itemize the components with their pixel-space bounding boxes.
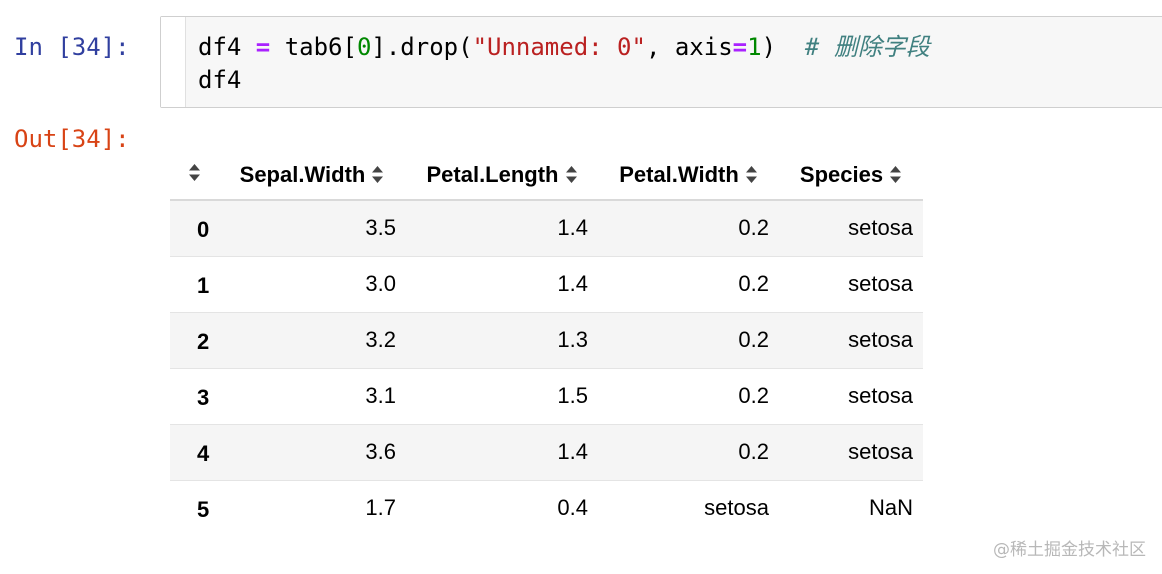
- sort-updown-icon[interactable]: [371, 165, 384, 184]
- code-token-comment: # 删除字段: [804, 33, 930, 61]
- table-cell: 0.2: [598, 200, 779, 257]
- table-row: 1 3.0 1.4 0.2 setosa: [170, 256, 923, 313]
- code-line-2: df4: [198, 66, 242, 94]
- table-cell: 1.4: [406, 424, 598, 481]
- table-header-row: Sepal.Width Petal.Length Petal.Width Spe…: [170, 150, 923, 201]
- column-header[interactable]: Petal.Length: [406, 150, 598, 201]
- table-cell: 0.2: [598, 368, 779, 425]
- table-row: 5 1.7 0.4 setosa NaN: [170, 480, 923, 536]
- table-cell: 1.3: [406, 312, 598, 369]
- code-token-expr: tab6[: [270, 33, 357, 61]
- column-header[interactable]: Species: [779, 150, 923, 201]
- table-cell: 3.5: [218, 200, 406, 257]
- table-row: 2 3.2 1.3 0.2 setosa: [170, 312, 923, 369]
- code-token-assign: =: [255, 33, 271, 61]
- column-header[interactable]: Sepal.Width: [218, 150, 406, 201]
- table-cell: 1.4: [406, 256, 598, 313]
- code-token-assign: =: [732, 33, 748, 61]
- table-cell: 0.4: [557, 495, 588, 521]
- code-token-var: df4: [198, 33, 256, 61]
- watermark: @稀土掘金技术社区: [993, 540, 1146, 560]
- column-header[interactable]: Petal.Width: [598, 150, 779, 201]
- table-cell: 1.5: [406, 368, 598, 425]
- table-cell: setosa: [779, 256, 923, 313]
- input-prompt: In [34]:: [14, 33, 130, 61]
- table-cell: 1.4: [406, 200, 598, 257]
- table-cell: 0.2: [598, 312, 779, 369]
- table-cell: 3.6: [218, 424, 406, 481]
- output-prompt: Out[34]:: [14, 125, 130, 153]
- column-header-label: Petal.Length: [426, 161, 559, 187]
- table-cell: 0.2: [598, 256, 779, 313]
- table-cell: 0.2: [598, 424, 779, 481]
- code-line-1: df4 = tab6[0].drop("Unnamed: 0", axis=1)…: [198, 33, 930, 61]
- table-cell: 1.7: [365, 495, 396, 521]
- index-header[interactable]: [170, 150, 218, 201]
- code-token-string: "Unnamed: 0": [472, 33, 646, 61]
- table-cell: 3.0: [218, 256, 406, 313]
- code-token-expr: ].drop(: [371, 33, 473, 61]
- sort-updown-icon[interactable]: [565, 165, 578, 184]
- row-index: 5: [197, 497, 210, 523]
- row-index: 2: [170, 312, 218, 369]
- table-cell: 3.1: [218, 368, 406, 425]
- row-index: 4: [170, 424, 218, 481]
- table-cell: setosa: [779, 424, 923, 481]
- dataframe-table: Sepal.Width Petal.Length Petal.Width Spe…: [170, 150, 923, 536]
- code-editor[interactable]: df4 = tab6[0].drop("Unnamed: 0", axis=1)…: [198, 31, 930, 97]
- row-index: 1: [170, 256, 218, 313]
- row-index: 3: [170, 368, 218, 425]
- code-token-expr: ): [761, 33, 805, 61]
- code-token-number: 1: [747, 33, 762, 61]
- code-token-number: 0: [356, 33, 372, 61]
- table-row: 4 3.6 1.4 0.2 setosa: [170, 424, 923, 481]
- code-cell-input[interactable]: df4 = tab6[0].drop("Unnamed: 0", axis=1)…: [160, 16, 1162, 108]
- table-cell: NaN: [868, 495, 913, 521]
- table-cell: setosa: [704, 495, 769, 521]
- sort-updown-icon[interactable]: [745, 165, 758, 184]
- column-header-label: Sepal.Width: [239, 161, 366, 187]
- table-cell: setosa: [779, 368, 923, 425]
- column-header-label: Petal.Width: [619, 161, 739, 187]
- table-cell: setosa: [779, 200, 923, 257]
- column-header-label: Species: [799, 161, 884, 187]
- sort-updown-icon[interactable]: [188, 163, 201, 182]
- code-token-expr: , axis: [645, 33, 733, 61]
- row-index: 0: [170, 200, 218, 257]
- table-row: 3 3.1 1.5 0.2 setosa: [170, 368, 923, 425]
- table-cell: 3.2: [218, 312, 406, 369]
- table-row: 0 3.5 1.4 0.2 setosa: [170, 200, 923, 257]
- table-cell: setosa: [779, 312, 923, 369]
- sort-updown-icon[interactable]: [889, 165, 902, 184]
